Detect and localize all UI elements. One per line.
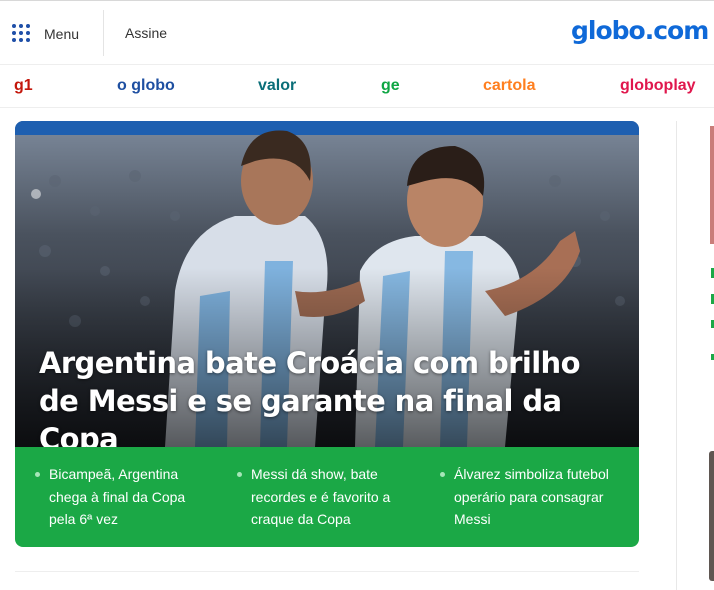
side-thumbnail-peek[interactable]	[709, 451, 714, 581]
logo-tld: com	[653, 16, 709, 45]
related-link-2-text: Messi dá show, bate recordes e é favorit…	[251, 466, 391, 527]
related-link-1[interactable]: Bicampeã, Argentina chega à final da Cop…	[35, 463, 215, 531]
related-link-3[interactable]: Álvarez simboliza futebol operário para …	[440, 463, 620, 531]
side-thumbnail-peek[interactable]	[710, 126, 714, 244]
hero-headline[interactable]: Argentina bate Croácia com brilho de Mes…	[39, 344, 599, 458]
column-divider	[676, 121, 677, 590]
menu-button[interactable]: Menu	[12, 18, 79, 50]
brand-link-g1[interactable]: g1	[14, 77, 33, 95]
carousel-indicator-dot[interactable]	[31, 189, 41, 199]
related-links-bar: Bicampeã, Argentina chega à final da Cop…	[15, 447, 639, 547]
menu-label: Menu	[44, 26, 80, 42]
related-link-3-text: Álvarez simboliza futebol operário para …	[454, 466, 609, 527]
brand-link-o-globo[interactable]: o globo	[117, 77, 175, 95]
brand-nav: g1 o globo valor ge cartola globoplay	[0, 64, 714, 108]
hero-card[interactable]: Argentina bate Croácia com brilho de Mes…	[15, 121, 639, 547]
site-header: Menu Assine globo.com	[0, 4, 714, 64]
brand-link-globoplay[interactable]: globoplay	[620, 77, 696, 95]
bullet-icon	[440, 472, 445, 477]
globo-logo[interactable]: globo.com	[571, 16, 709, 45]
grid-menu-icon	[12, 24, 32, 44]
bullet-icon	[237, 472, 242, 477]
section-divider	[15, 571, 639, 572]
logo-main: globo	[571, 16, 646, 45]
brand-link-cartola[interactable]: cartola	[483, 77, 535, 95]
logo-dot: .	[644, 16, 654, 45]
subscribe-link[interactable]: Assine	[125, 25, 167, 41]
brand-link-ge[interactable]: ge	[381, 77, 400, 95]
brand-link-valor[interactable]: valor	[258, 77, 296, 95]
related-link-2[interactable]: Messi dá show, bate recordes e é favorit…	[237, 463, 417, 531]
bullet-icon	[35, 472, 40, 477]
header-divider	[103, 10, 104, 56]
related-link-1-text: Bicampeã, Argentina chega à final da Cop…	[49, 466, 186, 527]
